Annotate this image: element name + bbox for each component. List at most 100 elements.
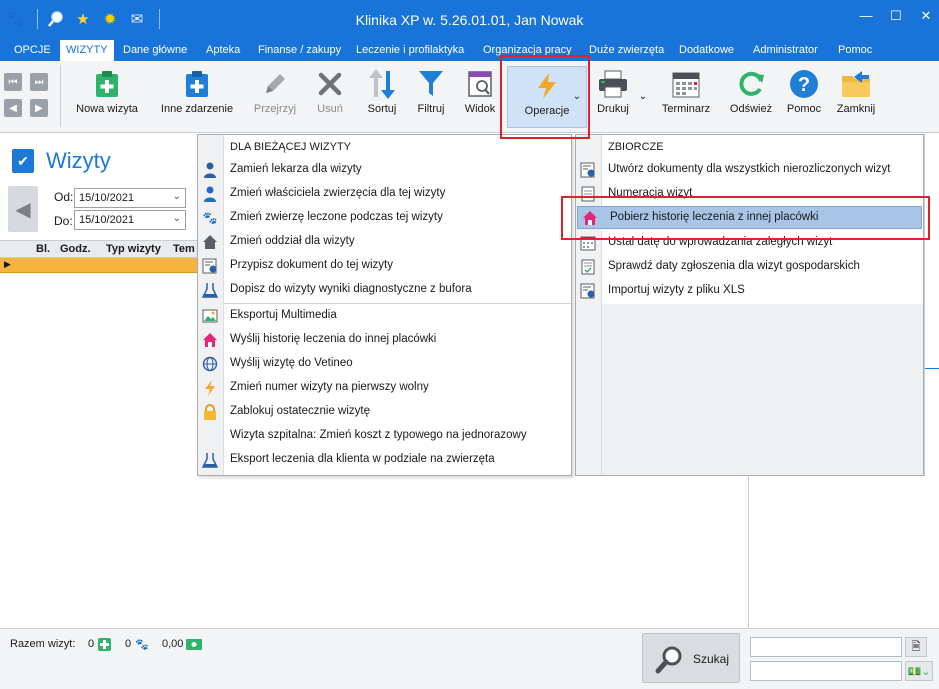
menu-item-label: Wyślij wizytę do Vetineo bbox=[230, 357, 353, 369]
menu-duze-zwierzeta[interactable]: Duże zwierzęta bbox=[583, 40, 670, 61]
delete-button[interactable]: Usuń bbox=[308, 69, 352, 123]
date-from-value: 15/10/2021 bbox=[79, 192, 135, 204]
last-record-icon[interactable]: ⏭ bbox=[30, 73, 48, 91]
first-record-icon[interactable]: ⏮ bbox=[4, 73, 22, 91]
menu-item-change-doctor[interactable]: Zamień lekarza dla wizyty bbox=[198, 159, 571, 181]
owner-icon bbox=[202, 186, 218, 202]
menu-item-label: Przypisz dokument do tej wizyty bbox=[230, 259, 393, 271]
menu-dane-glowne[interactable]: Dane główne bbox=[117, 40, 193, 61]
sort-button[interactable]: Sortuj bbox=[360, 69, 404, 123]
help-button[interactable]: ? Pomoc bbox=[782, 69, 826, 123]
menu-item-check-farm-dates[interactable]: Sprawdź daty zgłoszenia dla wizyt gospod… bbox=[576, 256, 923, 278]
maximize-icon[interactable]: ☐ bbox=[889, 8, 903, 24]
refresh-button[interactable]: Odśwież bbox=[726, 69, 776, 123]
flask-icon bbox=[202, 452, 218, 468]
other-event-label: Inne zdarzenie bbox=[160, 103, 234, 115]
menu-item-send-vetineo[interactable]: Wyślij wizytę do Vetineo bbox=[198, 353, 571, 375]
menu-item-create-documents[interactable]: Utwórz dokumenty dla wszystkich nierozli… bbox=[576, 159, 923, 181]
menu-item-diagnostics-buffer[interactable]: Dopisz do wizyty wyniki diagnostyczne z … bbox=[198, 279, 571, 301]
money-dropdown-icon[interactable]: 💵⌄ bbox=[905, 661, 933, 681]
search-icon bbox=[655, 644, 685, 681]
minimize-icon[interactable]: — bbox=[859, 8, 873, 24]
menu-item-lock-visit[interactable]: Zablokuj ostatecznie wizytę bbox=[198, 401, 571, 423]
scheduler-button[interactable]: Terminarz bbox=[656, 69, 716, 123]
menu-separator bbox=[224, 303, 571, 304]
window-controls: — ☐ ✕ bbox=[859, 8, 933, 24]
menu-item-label: Utwórz dokumenty dla wszystkich nierozli… bbox=[608, 163, 891, 175]
globe-icon bbox=[202, 356, 218, 372]
house-icon bbox=[202, 234, 218, 250]
paw-icon: 🐾 bbox=[135, 638, 149, 651]
search-input-secondary[interactable] bbox=[750, 661, 902, 681]
title-bar: 🐾 ★ ✹ ✉ Klinika XP w. 5.26.01.01, Jan No… bbox=[0, 0, 939, 40]
print-button[interactable]: Drukuj bbox=[593, 69, 633, 123]
search-button[interactable]: Szukaj bbox=[642, 633, 740, 683]
filter-button[interactable]: Filtruj bbox=[410, 69, 452, 123]
date-from-field[interactable]: 15/10/2021 ⌄ bbox=[74, 188, 186, 208]
menu-item-label: Zmień właściciela zwierzęcia dla tej wiz… bbox=[230, 187, 446, 199]
prev-record-icon[interactable]: ◀ bbox=[4, 99, 22, 117]
column-header[interactable]: Typ wizyty bbox=[106, 243, 161, 255]
column-header[interactable]: Bl. bbox=[36, 243, 50, 255]
menu-item-label: Wyślij historię leczenia do innej placów… bbox=[230, 333, 437, 345]
sort-label: Sortuj bbox=[367, 103, 397, 115]
column-header[interactable]: Godz. bbox=[60, 243, 91, 255]
window-title: Klinika XP w. 5.26.01.01, Jan Nowak bbox=[355, 12, 584, 28]
search-input[interactable] bbox=[750, 637, 902, 657]
previous-day-button[interactable]: ◀ bbox=[8, 186, 38, 232]
column-header[interactable]: Tem bbox=[173, 243, 195, 255]
menu-item-hospital-cost[interactable]: Wizyta szpitalna: Zmień koszt z typowego… bbox=[198, 425, 571, 447]
review-button[interactable]: Przejrzyj bbox=[250, 69, 300, 123]
chevron-down-icon[interactable]: ⌄ bbox=[173, 213, 181, 224]
visit-plus-icon bbox=[97, 637, 111, 651]
document-gear-icon bbox=[202, 258, 218, 274]
printer-icon bbox=[598, 69, 628, 99]
menu-item-change-branch[interactable]: Zmień oddział dla wizyty bbox=[198, 231, 571, 253]
media-icon bbox=[202, 308, 218, 324]
delete-x-icon bbox=[315, 69, 345, 99]
document-gear-icon[interactable]: 🗎 bbox=[905, 637, 927, 657]
menu-bar: OPCJE WIZYTY Dane główne Apteka Finanse … bbox=[0, 40, 939, 61]
menu-opcje[interactable]: OPCJE bbox=[8, 40, 57, 61]
close-icon[interactable]: ✕ bbox=[919, 8, 933, 24]
menu-section-header: DLA BIEŻĄCEJ WIZYTY bbox=[230, 141, 352, 153]
send-house-icon bbox=[202, 332, 218, 348]
animals-count: 0 bbox=[125, 638, 132, 650]
menu-item-send-history[interactable]: Wyślij historię leczenia do innej placów… bbox=[198, 329, 571, 351]
date-to-field[interactable]: 15/10/2021 ⌄ bbox=[74, 210, 186, 230]
visits-panel: ✔ Wizyty ◀ Od: 15/10/2021 ⌄ Do: 15/10/20… bbox=[0, 134, 197, 628]
table-row[interactable]: ▶ bbox=[0, 258, 197, 273]
menu-finanse[interactable]: Finanse / zakupy bbox=[252, 40, 347, 61]
menu-dodatkowe[interactable]: Dodatkowe bbox=[673, 40, 740, 61]
close-module-label: Zamknij bbox=[836, 103, 876, 115]
menu-item-label: Wizyta szpitalna: Zmień koszt z typowego… bbox=[230, 429, 527, 441]
menu-leczenie[interactable]: Leczenie i profilaktyka bbox=[350, 40, 470, 61]
lock-icon bbox=[202, 404, 218, 420]
menu-wizyty[interactable]: WIZYTY bbox=[60, 40, 114, 61]
date-to-label: Do: bbox=[54, 214, 73, 228]
menu-item-label: Eksportuj Multimedia bbox=[230, 309, 337, 321]
close-module-button[interactable]: Zamknij bbox=[832, 69, 880, 123]
menu-administrator[interactable]: Administrator bbox=[747, 40, 824, 61]
visits-count: 0 bbox=[88, 638, 95, 650]
menu-pomoc[interactable]: Pomoc bbox=[832, 40, 878, 61]
menu-item-export-treatment[interactable]: Eksport leczenia dla klienta w podziale … bbox=[198, 449, 571, 471]
new-visit-label: Nowa wizyta bbox=[76, 103, 138, 115]
menu-item-import-xls[interactable]: Importuj wizyty z pliku XLS bbox=[576, 280, 923, 302]
menu-item-change-animal[interactable]: 🐾 Zmień zwierzę leczone podczas tej wizy… bbox=[198, 207, 571, 229]
menu-apteka[interactable]: Apteka bbox=[200, 40, 246, 61]
view-button[interactable]: Widok bbox=[458, 69, 502, 123]
calendar-icon bbox=[671, 69, 701, 99]
next-record-icon[interactable]: ▶ bbox=[30, 99, 48, 117]
menu-item-change-owner[interactable]: Zmień właściciela zwierzęcia dla tej wiz… bbox=[198, 183, 571, 205]
sort-icon bbox=[367, 69, 397, 99]
menu-item-renumber-visit[interactable]: Zmień numer wizyty na pierwszy wolny bbox=[198, 377, 571, 399]
menu-item-label: Zamień lekarza dla wizyty bbox=[230, 163, 362, 175]
print-dropdown-icon[interactable]: ⌄ bbox=[636, 91, 650, 107]
other-event-button[interactable]: Inne zdarzenie bbox=[154, 69, 240, 123]
help-icon: ? bbox=[789, 69, 819, 99]
chevron-down-icon[interactable]: ⌄ bbox=[173, 191, 181, 202]
new-visit-button[interactable]: Nowa wizyta bbox=[70, 69, 144, 123]
menu-item-assign-document[interactable]: Przypisz dokument do tej wizyty bbox=[198, 255, 571, 277]
menu-item-export-multimedia[interactable]: Eksportuj Multimedia bbox=[198, 305, 571, 327]
